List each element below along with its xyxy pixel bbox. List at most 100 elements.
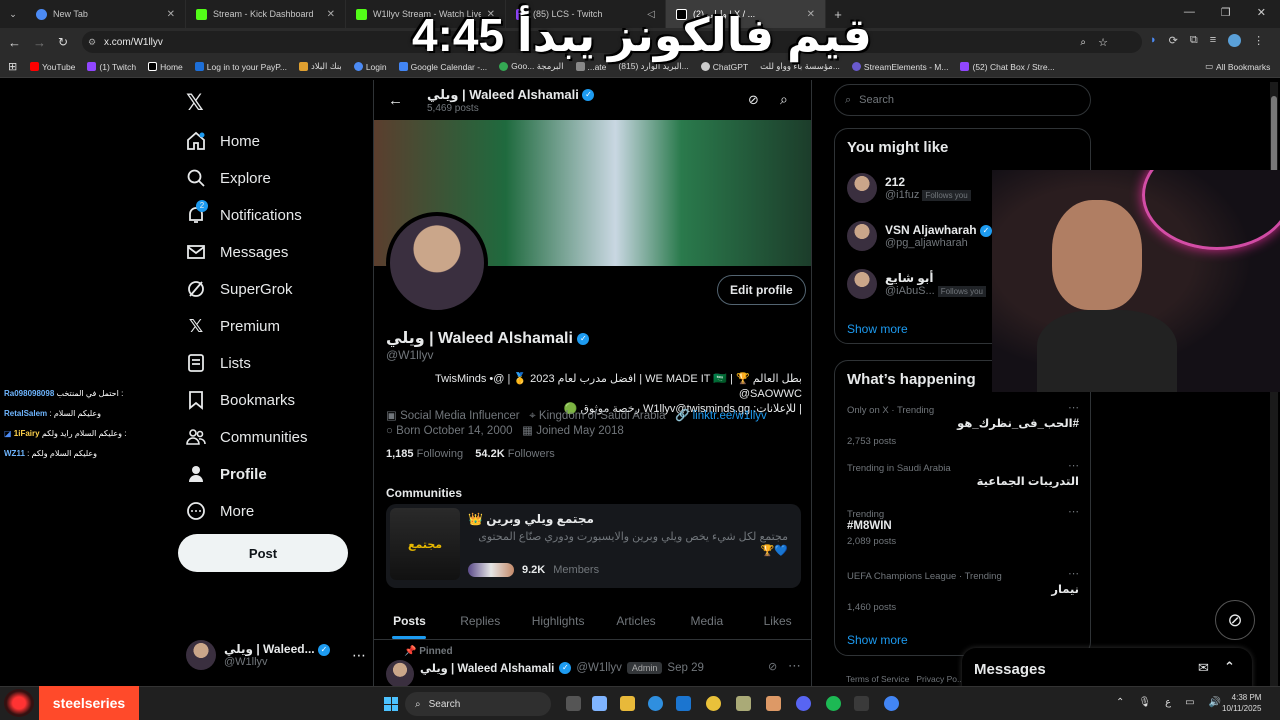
chrome-icon[interactable] [884, 696, 899, 711]
bookmark-chatgpt[interactable]: ChatGPT [700, 62, 748, 72]
edge-icon[interactable] [648, 696, 663, 711]
sidebar-item-profile[interactable]: Profile [186, 464, 267, 484]
store-icon[interactable] [676, 696, 691, 711]
reading-list-icon[interactable]: ≡ [1210, 34, 1216, 47]
sidebar-item-premium[interactable]: 𝕏 Premium [186, 316, 280, 337]
close-icon[interactable]: ✕ [167, 9, 175, 20]
forward-icon[interactable]: → [33, 35, 46, 50]
tab-articles[interactable]: Articles [601, 602, 672, 639]
volume-icon[interactable]: 🔊 [1209, 697, 1221, 708]
post-button[interactable]: Post [178, 534, 348, 572]
bookmark-star-icon[interactable]: ☆ [1098, 36, 1108, 49]
avatar[interactable] [386, 660, 414, 688]
bookmark-bank[interactable]: بنك البلاد [298, 61, 342, 72]
bookmark-youtube[interactable]: YouTube [30, 62, 75, 72]
footer-link[interactable]: Privacy Po... [916, 674, 964, 684]
tab-media[interactable]: Media [671, 602, 742, 639]
messages-drawer[interactable]: Messages ✉ ⌃ [962, 648, 1252, 690]
sidebar-item-home[interactable]: Home [186, 131, 260, 151]
bookmark-calendar[interactable]: Google Calendar -... [398, 62, 487, 72]
more-dots-icon[interactable]: ⋯ [1068, 459, 1079, 472]
bookmark-streamelements[interactable]: StreamElements - M... [851, 62, 948, 72]
tab-likes[interactable]: Likes [742, 602, 811, 639]
copilot-icon[interactable] [592, 696, 607, 711]
trend-item[interactable]: Only on X · Trending #الحب_فى_نظرك_هو 2,… [847, 402, 1079, 447]
search-icon[interactable]: ⌕ [780, 91, 788, 108]
file-explorer-icon[interactable] [620, 696, 635, 711]
suggestion-item[interactable]: أبو شايع @iAbuS... Follows you [847, 269, 987, 299]
following-link[interactable]: 1,185 Following [386, 448, 463, 460]
back-icon[interactable]: ← [8, 35, 21, 50]
tab-replies[interactable]: Replies [445, 602, 516, 639]
close-window-icon[interactable]: ✕ [1257, 6, 1266, 19]
bookmark-twitch[interactable]: (1) Twitch [87, 62, 136, 72]
close-icon[interactable]: ✕ [327, 9, 335, 20]
menu-icon[interactable]: ⋮ [1253, 34, 1264, 47]
sidebar-item-messages[interactable]: Messages [186, 242, 288, 262]
reload-icon[interactable]: ↻ [58, 35, 68, 49]
show-more-link[interactable]: Show more [847, 633, 908, 647]
minimize-icon[interactable]: — [1184, 6, 1195, 19]
trend-item[interactable]: Trending #M8WIN 2,089 posts ⋯ [847, 506, 1079, 547]
back-arrow-icon[interactable]: ← [388, 92, 403, 109]
trend-item[interactable]: Trending in Saudi Arabia التدريبات الجما… [847, 460, 1079, 488]
community-card[interactable]: مجتمع مجتمع ويلي وبرين 👑 مجتمع لكل شيء ي… [386, 504, 801, 588]
edit-profile-button[interactable]: Edit profile [717, 275, 806, 305]
tab-list-button[interactable]: ⌄ [0, 0, 26, 28]
tab-kick-dashboard[interactable]: Stream - Kick Dashboard ✕ [186, 0, 346, 28]
sidebar-item-lists[interactable]: Lists [186, 353, 251, 373]
maximize-icon[interactable]: ❐ [1221, 6, 1231, 19]
site-info-icon[interactable]: ⚙ [88, 37, 96, 48]
x-logo-icon[interactable]: 𝕏 [186, 90, 204, 116]
bookmark-item[interactable]: ...ate [575, 62, 606, 72]
show-more-link[interactable]: Show more [847, 322, 908, 336]
bookmark-google[interactable]: Goo... البرمجة [499, 61, 564, 72]
bookmark-x-home[interactable]: Home [148, 62, 183, 72]
bookmark-mail[interactable]: البريد الوارد (815)... [618, 61, 688, 72]
chevron-up-icon[interactable]: ⌃ [1224, 659, 1235, 675]
tab-new-tab[interactable]: New Tab ✕ [26, 0, 186, 28]
grok-button[interactable]: ⊘ [1215, 600, 1255, 640]
more-dots-icon[interactable]: ⋯ [352, 647, 366, 664]
followers-link[interactable]: 54.2K Followers [475, 448, 555, 460]
chevron-up-icon[interactable]: ⌃ [1116, 697, 1124, 708]
suggestion-item[interactable]: 212 @i1fuz Follows you [847, 173, 971, 203]
app-icon[interactable] [736, 696, 751, 711]
bookmark-foundation[interactable]: مؤسسة باء وواو للت... [760, 61, 840, 72]
task-view-icon[interactable] [566, 696, 581, 711]
new-message-icon[interactable]: ✉ [1198, 660, 1209, 676]
tab-highlights[interactable]: Highlights [516, 602, 601, 639]
apps-icon[interactable]: ⊞ [8, 60, 17, 73]
grok-icon[interactable]: ⊘ [768, 660, 777, 673]
extension-icon[interactable]: ◗ [1150, 34, 1157, 47]
taskbar-search[interactable]: ⌕ Search [405, 692, 551, 716]
sidebar-item-more[interactable]: More [186, 501, 254, 521]
profile-avatar-icon[interactable] [1228, 34, 1242, 47]
bookmark-paypal[interactable]: Log in to your PayP... [194, 62, 287, 72]
spotify-icon[interactable] [826, 696, 841, 711]
tab-posts[interactable]: Posts [374, 602, 445, 639]
discord-icon[interactable] [796, 696, 811, 711]
extension-icon[interactable]: ⟳ [1169, 34, 1178, 47]
sidebar-item-bookmarks[interactable]: Bookmarks [186, 390, 295, 410]
sidebar-item-notifications[interactable]: 2 Notifications [186, 200, 302, 225]
suggestion-item[interactable]: VSN Aljawharah ✓ @pg_aljawharah [847, 221, 992, 251]
account-switcher[interactable]: ويلي | Waleed... ✓ @W1llyv ⋯ [186, 640, 366, 670]
mic-icon[interactable]: 🎙 [1138, 697, 1151, 708]
sidebar-item-communities[interactable]: Communities [186, 427, 308, 447]
all-bookmarks[interactable]: ▭ All Bookmarks [1205, 61, 1270, 72]
puzzle-icon[interactable]: ⧉ [1190, 34, 1198, 47]
footer-link[interactable]: Terms of Service [846, 674, 909, 684]
more-dots-icon[interactable]: ⋯ [1068, 567, 1079, 580]
more-dots-icon[interactable]: ⋯ [788, 658, 801, 674]
more-dots-icon[interactable]: ⋯ [1068, 401, 1079, 414]
app-icon[interactable] [854, 696, 869, 711]
profile-avatar[interactable] [386, 212, 488, 314]
language-icon[interactable]: ع [1165, 697, 1171, 708]
bookmark-chatbox[interactable]: (52) Chat Box / Stre... [960, 62, 1055, 72]
zoom-icon[interactable]: ⌕ [1080, 37, 1086, 48]
taskbar-clock[interactable]: 4:38 PM 10/11/2025 [1222, 692, 1261, 714]
trend-item[interactable]: UEFA Champions League · Trending نيمار 1… [847, 568, 1079, 613]
chrome-icon[interactable] [706, 696, 721, 711]
search-input[interactable]: ⌕ Search [834, 84, 1091, 116]
